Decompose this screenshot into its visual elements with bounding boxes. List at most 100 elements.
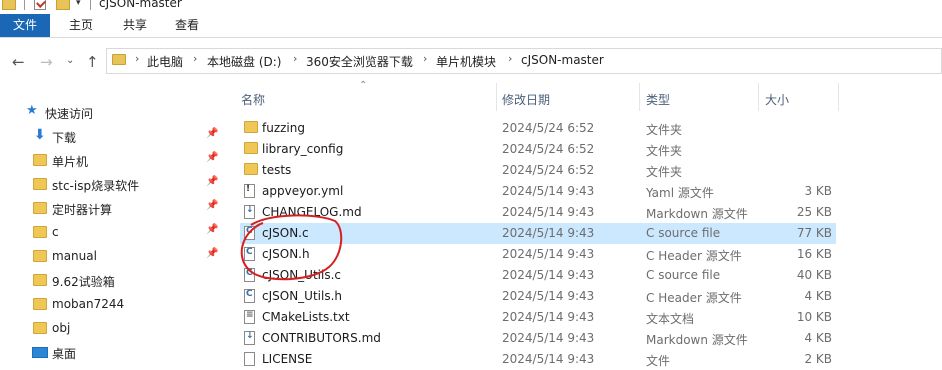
customize-toolbar-icon[interactable]: ▾ [76,0,81,8]
file-date: 2024/5/24 6:52 [502,142,595,156]
folder-icon [33,202,47,214]
desktop-icon [32,347,48,358]
folder-icon [244,142,258,154]
breadcrumb-mcu-modules[interactable]: 单片机模块 [436,53,496,70]
file-size: 4 KB [804,331,832,345]
star-icon: ★ [26,103,38,118]
column-divider[interactable] [496,83,497,111]
file-size: 40 KB [796,268,832,282]
properties-icon[interactable] [34,0,46,10]
navigation-bar: ← → ⌄ ↑ › 此电脑 › 本地磁盘 (D:) › 360安全浏览器下载 ›… [0,39,942,83]
new-folder-icon[interactable] [56,0,70,10]
breadcrumb-this-pc[interactable]: 此电脑 [147,53,183,70]
file-row[interactable]: fuzzing 2024/5/24 6:52 文件夹 [240,118,836,139]
column-header-name[interactable]: 名称 [241,91,265,108]
pin-icon[interactable]: 📌 [206,128,218,139]
nav-item-label: 单片机 [52,155,89,169]
nav-item-label: obj [52,321,71,335]
breadcrumb-cjson-master[interactable]: cJSON-master [521,53,604,67]
column-header-size[interactable]: 大小 [765,91,789,108]
file-name: CONTRIBUTORS.md [262,331,381,345]
tab-share[interactable]: 共享 [110,14,160,37]
file-name: library_config [262,142,344,156]
pin-icon[interactable]: 📌 [206,224,218,235]
nav-item-test-box[interactable]: 9.62试验箱 [0,269,225,293]
file-date: 2024/5/14 9:43 [502,205,595,219]
file-type: Markdown 源文件 [646,333,748,347]
nav-item-label: moban7244 [52,297,125,311]
recent-locations-chevron-icon[interactable]: ⌄ [66,55,74,66]
file-type: C Header 源文件 [646,291,742,305]
nav-item-label: 定时器计算 [52,203,113,217]
quick-access[interactable]: ★ 快速访问 [0,101,225,125]
address-bar[interactable]: › 此电脑 › 本地磁盘 (D:) › 360安全浏览器下载 › 单片机模块 ›… [106,48,942,74]
pin-icon[interactable]: 📌 [206,152,218,163]
window-title: cJSON-master [99,0,182,10]
pin-icon[interactable]: 📌 [206,248,218,259]
pin-icon[interactable]: 📌 [206,176,218,187]
file-name: fuzzing [262,121,305,135]
column-header-type[interactable]: 类型 [646,91,670,108]
column-header-date[interactable]: 修改日期 [502,91,550,108]
file-date: 2024/5/14 9:43 [502,352,595,366]
folder-icon [244,121,258,133]
nav-item-manual[interactable]: manual 📌 [0,245,225,269]
tab-view[interactable]: 查看 [162,14,212,37]
file-size: 3 KB [804,184,832,198]
separator [24,0,25,10]
file-row[interactable]: library_config 2024/5/24 6:52 文件夹 [240,139,836,160]
chevron-right-icon[interactable]: › [293,52,297,65]
up-arrow-icon[interactable]: ↑ [86,53,99,71]
chevron-right-icon[interactable]: › [508,52,512,65]
nav-item-desktop[interactable]: 桌面 [0,341,225,365]
file-row[interactable]: ↓ CONTRIBUTORS.md 2024/5/14 9:43 Markdow… [240,328,836,349]
chevron-right-icon[interactable]: › [423,52,427,65]
file-row[interactable]: LICENSE 2024/5/14 9:43 文件 2 KB [240,349,836,370]
file-date: 2024/5/14 9:43 [502,184,595,198]
title-bar: ▾ cJSON-master [0,0,942,14]
download-arrow-icon: ⬇ [34,127,46,143]
file-name: tests [262,163,292,177]
file-row[interactable]: tests 2024/5/24 6:52 文件夹 [240,160,836,181]
chevron-right-icon[interactable]: › [135,52,139,65]
red-annotation-circle [240,214,343,281]
file-type: Markdown 源文件 [646,207,748,221]
folder-icon [33,298,47,310]
nav-item-timer-calc[interactable]: 定时器计算 📌 [0,197,225,221]
folder-icon [2,0,16,10]
nav-item-label: c [52,225,59,239]
tab-file[interactable]: 文件 [0,14,50,37]
file-type: Yaml 源文件 [646,186,714,200]
column-divider[interactable] [758,83,759,111]
file-date: 2024/5/14 9:43 [502,331,595,345]
back-arrow-icon[interactable]: ← [12,53,25,71]
folder-icon [33,154,47,166]
file-size: 4 KB [804,289,832,303]
nav-item-downloads[interactable]: ⬇ 下载 📌 [0,125,225,149]
nav-item-c[interactable]: c 📌 [0,221,225,245]
file-name: CMakeLists.txt [262,310,350,324]
file-date: 2024/5/14 9:43 [502,289,595,303]
c-header-file-icon: C [244,289,255,303]
breadcrumb-local-disk[interactable]: 本地磁盘 (D:) [207,53,281,70]
nav-item-obj[interactable]: obj [0,317,225,341]
nav-item-mcu[interactable]: 单片机 📌 [0,149,225,173]
tab-home[interactable]: 主页 [56,14,106,37]
forward-arrow-icon[interactable]: → [40,53,53,71]
chevron-right-icon[interactable]: › [193,52,197,65]
nav-item-stc-isp[interactable]: stc-isp烧录软件 📌 [0,173,225,197]
file-type: C source file [646,268,721,282]
breadcrumb-browser-downloads[interactable]: 360安全浏览器下载 [306,53,413,70]
column-divider[interactable] [639,83,640,111]
file-row[interactable]: ≡ CMakeLists.txt 2024/5/14 9:43 文本文档 10 … [240,307,836,328]
file-row[interactable]: C cJSON_Utils.h 2024/5/14 9:43 C Header … [240,286,836,307]
markdown-file-icon: ↓ [244,331,255,345]
pin-icon[interactable]: 📌 [206,200,218,211]
nav-item-moban7244[interactable]: moban7244 [0,293,225,317]
file-date: 2024/5/14 9:43 [502,247,595,261]
column-divider[interactable] [838,83,839,111]
file-row[interactable]: ! appveyor.yml 2024/5/14 9:43 Yaml 源文件 3… [240,181,836,202]
file-size: 25 KB [796,205,832,219]
file-date: 2024/5/24 6:52 [502,121,595,135]
nav-item-label: 9.62试验箱 [52,275,115,289]
